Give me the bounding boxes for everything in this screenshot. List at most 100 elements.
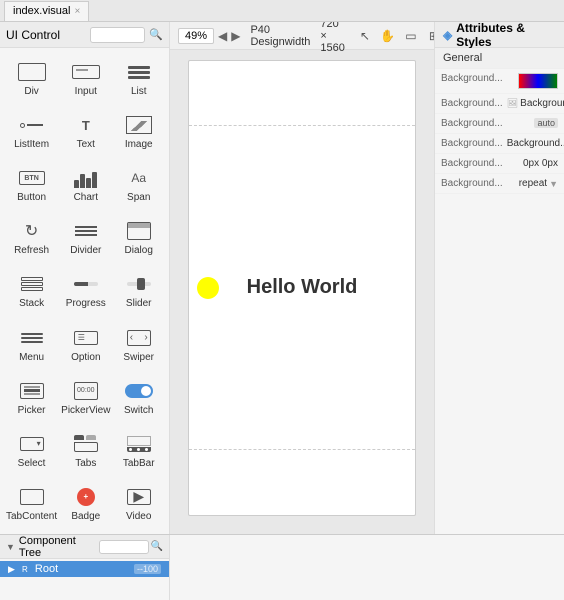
tree-search-area: 🔍 <box>99 540 163 554</box>
zoom-next-icon[interactable]: ▶ <box>231 29 240 43</box>
attr-value-2: 🖼 Background... <box>507 98 564 109</box>
component-chart[interactable]: Chart <box>59 158 112 211</box>
divider-icon <box>75 226 97 228</box>
component-select-label: Select <box>18 458 46 469</box>
toolbar-left: 49% ◀ ▶ <box>178 28 240 44</box>
tool-pointer[interactable]: ↖ <box>355 27 375 45</box>
component-list[interactable]: List <box>112 52 165 105</box>
panel-title: UI Control <box>6 28 60 42</box>
tabs-icon <box>74 435 98 452</box>
zoom-prev-icon[interactable]: ◀ <box>218 29 227 43</box>
component-tabbar[interactable]: TabBar <box>112 424 165 477</box>
component-divider[interactable]: Divider <box>59 211 112 264</box>
component-dialog[interactable]: Dialog <box>112 211 165 264</box>
component-badge[interactable]: + Badge <box>59 477 112 530</box>
video-icon: ▶ <box>127 489 151 505</box>
component-button[interactable]: BTN Button <box>4 158 59 211</box>
tool-frame[interactable]: ⊞ <box>424 27 434 45</box>
component-tabcontent[interactable]: TabContent <box>4 477 59 530</box>
component-progress-label: Progress <box>66 298 106 309</box>
attributes-title: Attributes & Styles <box>456 22 556 49</box>
component-span-label: Span <box>127 192 150 203</box>
tree-item-icon-root: R <box>19 563 31 575</box>
component-refresh-label: Refresh <box>14 245 49 256</box>
bottom-right-panel <box>170 535 564 600</box>
component-stack[interactable]: Stack <box>4 264 59 317</box>
zoom-level[interactable]: 49% <box>178 28 214 44</box>
swiper-icon: ‹› <box>127 330 151 346</box>
expand-repeat-icon[interactable]: ▼ <box>549 179 558 189</box>
component-span[interactable]: Aa Span <box>112 158 165 211</box>
component-menu[interactable]: Menu <box>4 318 59 371</box>
component-input[interactable]: Input <box>59 52 112 105</box>
component-tabcontent-label: TabContent <box>6 511 57 522</box>
device-label: P40 Designwidth <box>250 24 310 48</box>
component-image[interactable]: Image <box>112 105 165 158</box>
component-progress[interactable]: Progress <box>59 264 112 317</box>
tab-label: index.visual <box>13 5 70 17</box>
tree-search-icon[interactable]: 🔍 <box>151 541 163 552</box>
file-tab[interactable]: index.visual × <box>4 1 89 21</box>
list-icon <box>128 66 150 79</box>
component-input-label: Input <box>75 86 97 97</box>
slider-icon <box>127 282 151 286</box>
attributes-panel-icon: ◈ <box>443 28 452 42</box>
component-swiper[interactable]: ‹› Swiper <box>112 318 165 371</box>
tabcontent-icon <box>20 489 44 505</box>
tool-rect[interactable]: ▭ <box>401 27 421 45</box>
attr-val-5: 0px 0px <box>507 158 558 169</box>
tree-item-root[interactable]: ▶ R Root --100 <box>0 561 169 577</box>
attr-row-background-size: Background... auto <box>435 114 564 134</box>
component-list-label: List <box>131 86 147 97</box>
tree-collapse-icon[interactable]: ▼ <box>6 542 15 552</box>
component-picker-label: Picker <box>18 405 46 416</box>
component-option[interactable]: ☰ Option <box>59 318 112 371</box>
component-grid: Div Input List <box>0 48 169 534</box>
component-text-label: Text <box>77 139 95 150</box>
component-switch[interactable]: Switch <box>112 371 165 424</box>
component-div-label: Div <box>24 86 38 97</box>
component-switch-label: Switch <box>124 405 153 416</box>
resolution-label: 720 × 1560 <box>320 22 344 54</box>
component-slider-label: Slider <box>126 298 152 309</box>
search-icon[interactable]: 🔍 <box>149 28 163 41</box>
attr-val-6: repeat <box>519 178 547 189</box>
button-icon: BTN <box>19 171 45 185</box>
component-refresh[interactable]: ↻ Refresh <box>4 211 59 264</box>
center-panel: 49% ◀ ▶ P40 Designwidth 720 × 1560 ↖ ✋ ▭… <box>170 22 434 534</box>
tree-item-label-root: Root <box>35 563 58 575</box>
tab-close-icon[interactable]: × <box>74 6 80 17</box>
component-picker[interactable]: Picker <box>4 371 59 424</box>
main-area: UI Control 🔍 Div Input <box>0 22 564 534</box>
component-text[interactable]: T Text <box>59 105 112 158</box>
tool-hand[interactable]: ✋ <box>378 27 398 45</box>
div-icon <box>18 63 46 81</box>
switch-icon <box>125 384 153 398</box>
device-top-section <box>189 61 415 126</box>
color-preview-icon[interactable] <box>518 73 558 89</box>
tree-header-left: ▼ Component Tree <box>6 535 99 559</box>
left-panel: UI Control 🔍 Div Input <box>0 22 170 534</box>
attributes-header: ◈ Attributes & Styles <box>435 22 564 48</box>
attr-row-background-position: Background... Background... <box>435 134 564 154</box>
component-div[interactable]: Div <box>4 52 59 105</box>
hello-world-text: Hello World <box>247 276 358 299</box>
component-tabs[interactable]: Tabs <box>59 424 112 477</box>
tab-bar: index.visual × <box>0 0 564 22</box>
divider-icon3 <box>75 234 97 236</box>
attr-row-background-image: Background... 🖼 Background... <box>435 94 564 114</box>
component-select[interactable]: ▾ Select <box>4 424 59 477</box>
refresh-icon: ↻ <box>25 221 38 241</box>
component-search-input[interactable] <box>90 27 145 43</box>
component-pickerview[interactable]: 00:00 PickerView <box>59 371 112 424</box>
component-video[interactable]: ▶ Video <box>112 477 165 530</box>
component-tabs-label: Tabs <box>75 458 96 469</box>
component-tree-panel: ▼ Component Tree 🔍 ▶ R Root --100 <box>0 535 170 600</box>
component-slider[interactable]: Slider <box>112 264 165 317</box>
device-frame[interactable]: Hello World <box>188 60 416 516</box>
badge-icon: + <box>77 488 95 506</box>
component-swiper-label: Swiper <box>123 352 154 363</box>
tree-search-input[interactable] <box>99 540 149 554</box>
component-listitem[interactable]: ListItem <box>4 105 59 158</box>
menu-icon <box>21 333 43 343</box>
